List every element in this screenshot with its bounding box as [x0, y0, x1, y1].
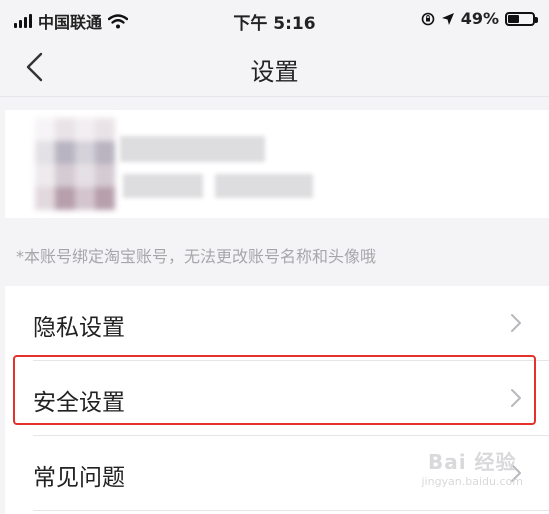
chevron-right-icon [511, 314, 521, 332]
status-bar: 中国联通 下午 5:16 49% [0, 0, 549, 40]
orientation-lock-icon [421, 12, 435, 25]
privacy-settings-label: 隐私设置 [33, 315, 125, 341]
security-settings-label: 安全设置 [33, 390, 125, 416]
account-notice: *本账号绑定淘宝账号，无法更改账号名称和头像哦 [16, 247, 377, 266]
security-settings-item[interactable]: 安全设置 [5, 361, 549, 435]
account-id-redacted [123, 174, 203, 198]
battery-icon [505, 11, 538, 26]
divider [33, 510, 549, 511]
watermark-brand: Bai 经验 [427, 450, 517, 474]
account-name-redacted [120, 136, 265, 162]
profile-card [5, 110, 549, 218]
avatar [35, 118, 115, 210]
chevron-right-icon [511, 389, 521, 407]
faq-label: 常见问题 [33, 465, 125, 491]
status-right: 49% [421, 9, 538, 28]
page-title: 设置 [250, 58, 299, 86]
battery-percent: 49% [460, 9, 499, 28]
privacy-settings-item[interactable]: 隐私设置 [5, 286, 549, 360]
nav-bar: 设置 [0, 40, 549, 97]
account-info-redacted [215, 174, 313, 198]
watermark: Bai 经验 jingyan.baidu.com [421, 446, 523, 488]
watermark-url: jingyan.baidu.com [421, 475, 523, 488]
location-arrow-icon [441, 12, 454, 25]
